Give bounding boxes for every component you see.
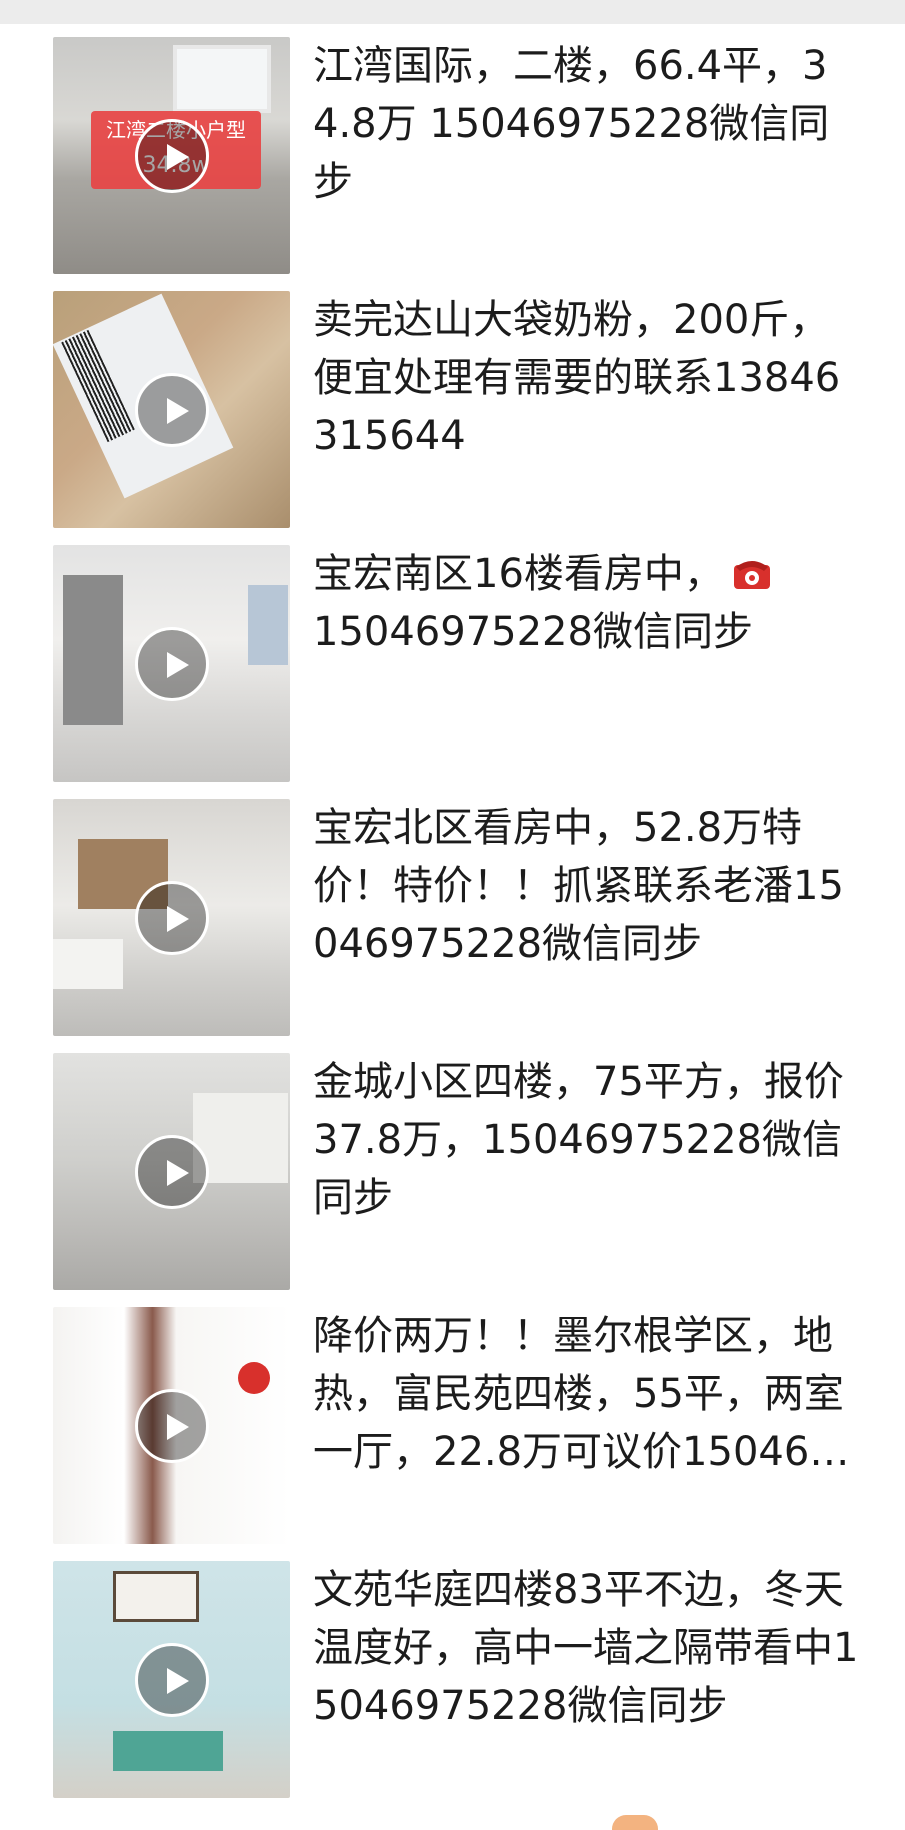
item-description[interactable]: 江湾国际，二楼，66.4平，34.8万 15046975228微信同步 bbox=[313, 37, 865, 211]
item-description[interactable]: 文苑华庭四楼83平不边，冬天温度好，高中一墙之隔带看中15046975228微信… bbox=[313, 1561, 865, 1735]
video-thumbnail[interactable] bbox=[53, 545, 290, 782]
top-bar bbox=[0, 0, 905, 24]
list-item[interactable]: 江湾二楼小户型 34.8w 江湾国际，二楼，66.4平，34.8万 150469… bbox=[0, 37, 905, 274]
video-thumbnail[interactable] bbox=[53, 1053, 290, 1290]
telephone-icon bbox=[733, 561, 770, 589]
play-icon[interactable] bbox=[134, 118, 209, 193]
list-item[interactable]: 卖完达山大袋奶粉，200斤，便宜处理有需要的联系13846315644 bbox=[0, 291, 905, 528]
bench bbox=[113, 1731, 223, 1771]
item-description[interactable]: 宝宏南区16楼看房中， 15046975228微信同步 bbox=[313, 545, 865, 661]
list-item[interactable]: 宝宏南区16楼看房中， 15046975228微信同步 bbox=[0, 545, 905, 782]
list-item[interactable]: 金城小区四楼，75平方，报价37.8万，15046975228微信同步 bbox=[0, 1053, 905, 1290]
play-icon[interactable] bbox=[134, 626, 209, 701]
window bbox=[173, 45, 271, 113]
list-item[interactable]: 降价两万！！墨尔根学区，地热，富民苑四楼，55平，两室一厅，22.8万可议价15… bbox=[0, 1307, 905, 1544]
bottom-bar-fragment bbox=[612, 1815, 658, 1830]
item-description[interactable]: 金城小区四楼，75平方，报价37.8万，15046975228微信同步 bbox=[313, 1053, 865, 1227]
item-description[interactable]: 降价两万！！墨尔根学区，地热，富民苑四楼，55平，两室一厅，22.8万可议价15… bbox=[313, 1307, 865, 1481]
doorway bbox=[63, 575, 123, 725]
play-icon[interactable] bbox=[134, 880, 209, 955]
video-thumbnail[interactable] bbox=[53, 1307, 290, 1544]
video-thumbnail[interactable] bbox=[53, 799, 290, 1036]
wall-painting bbox=[113, 1571, 199, 1622]
description-text: 宝宏南区16楼看房中， bbox=[313, 551, 724, 597]
play-icon[interactable] bbox=[134, 1642, 209, 1717]
video-thumbnail[interactable]: 江湾二楼小户型 34.8w bbox=[53, 37, 290, 274]
video-thumbnail[interactable] bbox=[53, 291, 290, 528]
play-icon[interactable] bbox=[134, 1134, 209, 1209]
play-icon[interactable] bbox=[134, 372, 209, 447]
list-item[interactable]: 宝宏北区看房中，52.8万特价！特价！！抓紧联系老潘15046975228微信同… bbox=[0, 799, 905, 1036]
item-description[interactable]: 卖完达山大袋奶粉，200斤，便宜处理有需要的联系13846315644 bbox=[313, 291, 865, 465]
play-icon[interactable] bbox=[134, 1388, 209, 1463]
item-description[interactable]: 宝宏北区看房中，52.8万特价！特价！！抓紧联系老潘15046975228微信同… bbox=[313, 799, 865, 973]
description-text: 15046975228微信同步 bbox=[313, 609, 753, 655]
video-thumbnail[interactable] bbox=[53, 1561, 290, 1798]
list-item[interactable]: 文苑华庭四楼83平不边，冬天温度好，高中一墙之隔带看中15046975228微信… bbox=[0, 1561, 905, 1798]
window bbox=[248, 585, 288, 665]
wall-decoration bbox=[238, 1362, 270, 1394]
sofa bbox=[53, 939, 123, 989]
